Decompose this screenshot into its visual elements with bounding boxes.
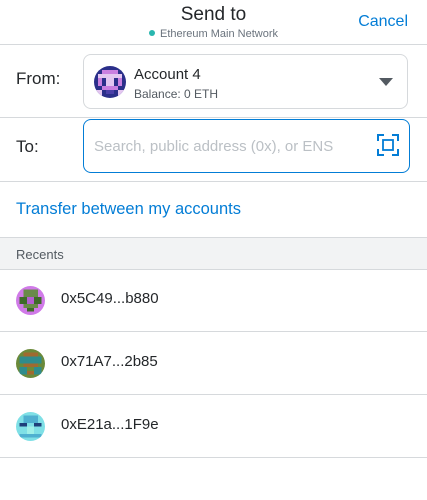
header: Send to Ethereum Main Network Cancel [0,0,427,44]
to-label: To: [16,137,39,156]
recent-address-item[interactable]: 0x71A7...2b85 [0,333,427,395]
recent-address: 0x71A7...2b85 [61,353,158,370]
from-divider [0,117,427,118]
recent-address-item[interactable]: 0xE21a...1F9e [0,396,427,458]
account-name: Account 4 [134,66,201,83]
recent-address: 0xE21a...1F9e [61,416,159,433]
transfer-between-accounts-link[interactable]: Transfer between my accounts [16,200,241,219]
recents-header: Recents [0,237,427,270]
address-avatar [16,412,45,441]
address-avatar [16,286,45,315]
account-balance: Balance: 0 ETH [134,87,219,101]
recipient-field[interactable] [83,119,410,173]
header-divider [0,44,427,45]
recent-address: 0x5C49...b880 [61,290,159,307]
qr-scan-icon[interactable] [377,134,399,156]
recent-address-item[interactable]: 0x5C49...b880 [0,270,427,332]
chevron-down-icon[interactable] [379,78,393,86]
recents-title: Recents [16,247,64,262]
address-avatar [16,349,45,378]
network-status-dot [149,30,155,36]
account-avatar [94,66,126,98]
account-selector[interactable]: Account 4 Balance: 0 ETH [83,54,408,109]
network-name: Ethereum Main Network [160,28,278,40]
from-label: From: [16,69,61,88]
recipient-input[interactable] [94,134,364,158]
cancel-button[interactable]: Cancel [358,13,408,31]
to-divider [0,181,427,182]
